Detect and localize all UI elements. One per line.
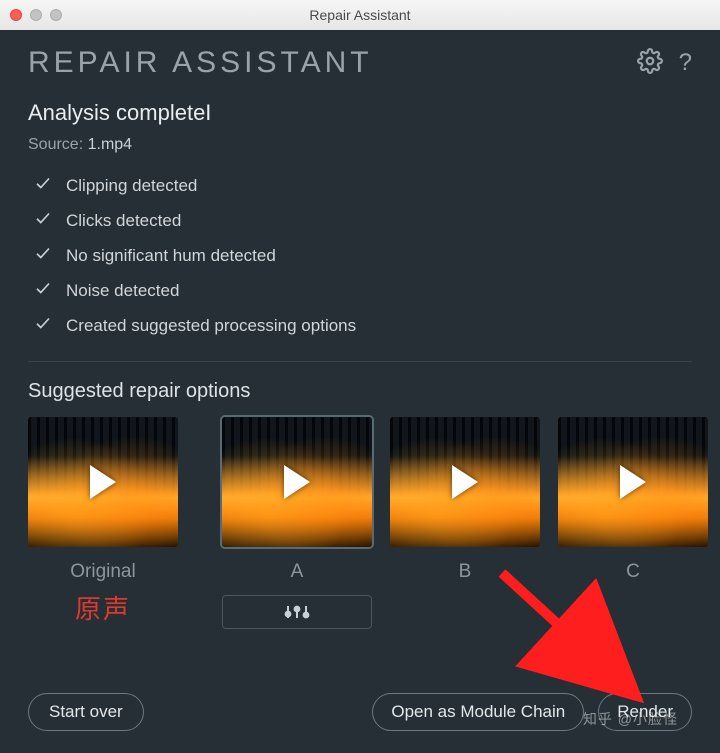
open-module-chain-button[interactable]: Open as Module Chain (372, 693, 584, 731)
check-item: Clipping detected (28, 168, 692, 203)
check-item: No significant hum detected (28, 238, 692, 273)
source-label: Source: (28, 136, 83, 153)
option-thumb[interactable] (222, 417, 372, 547)
check-icon (34, 244, 52, 267)
option-label: C (626, 561, 640, 583)
play-icon (620, 465, 646, 499)
option-thumb[interactable] (558, 417, 708, 547)
analysis-complete-heading: Analysis completeI (28, 100, 692, 126)
check-item: Created suggested processing options (28, 308, 692, 343)
option-b: B (390, 417, 540, 583)
source-value: 1.mp4 (88, 136, 132, 153)
check-icon (34, 174, 52, 197)
option-thumb[interactable] (390, 417, 540, 547)
source-line: Source: 1.mp4 (28, 136, 692, 154)
divider (28, 361, 692, 362)
settings-icon[interactable] (637, 48, 663, 79)
option-a: A (222, 417, 372, 629)
option-c: C (558, 417, 708, 583)
check-text: Created suggested processing options (66, 316, 356, 336)
play-icon (452, 465, 478, 499)
check-icon (34, 209, 52, 232)
suggested-options-heading: Suggested repair options (28, 380, 692, 403)
check-text: Noise detected (66, 281, 179, 301)
check-text: Clicks detected (66, 211, 181, 231)
play-icon (90, 465, 116, 499)
adjust-sliders-button[interactable] (222, 595, 372, 629)
repair-assistant-window: Repair Assistant REPAIR ASSISTANT ? Anal… (0, 0, 720, 753)
page-title: REPAIR ASSISTANT (28, 46, 373, 80)
option-original: Original 原声 (28, 417, 178, 626)
window-title: Repair Assistant (0, 7, 720, 23)
original-label-cn: 原声 (75, 589, 131, 626)
check-item: Noise detected (28, 273, 692, 308)
check-text: No significant hum detected (66, 246, 276, 266)
mac-titlebar: Repair Assistant (0, 0, 720, 30)
check-icon (34, 314, 52, 337)
original-label: Original (70, 561, 135, 583)
option-label: A (291, 561, 304, 583)
check-text: Clipping detected (66, 176, 197, 196)
original-thumb[interactable] (28, 417, 178, 547)
check-item: Clicks detected (28, 203, 692, 238)
help-icon[interactable]: ? (679, 49, 692, 77)
analysis-check-list: Clipping detected Clicks detected No signi… (28, 168, 692, 343)
render-button[interactable]: Render (598, 693, 692, 731)
option-label: B (459, 561, 472, 583)
check-icon (34, 279, 52, 302)
play-icon (284, 465, 310, 499)
start-over-button[interactable]: Start over (28, 693, 144, 731)
